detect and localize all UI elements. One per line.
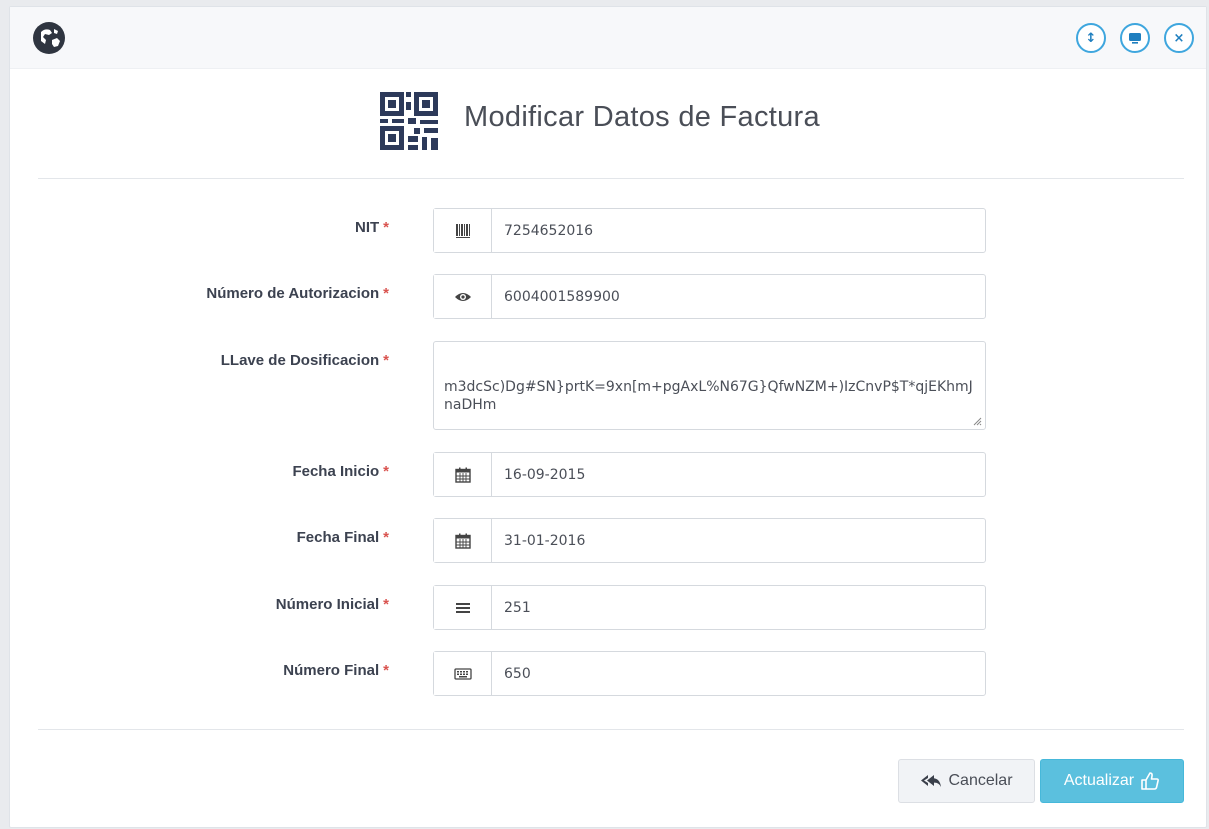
cancel-button[interactable]: Cancelar [898, 759, 1035, 803]
eye-icon [434, 275, 492, 318]
resize-vertical-button[interactable]: ↕ [1076, 23, 1106, 53]
numero-inicial-label: Número Inicial * [275, 596, 389, 613]
calendar-icon [434, 519, 492, 562]
nit-label: NIT * [354, 219, 389, 236]
llave-value: m3dcSc)Dg#SN}prtK=9xn[m+pgAxL%N67G}QfwNZ… [444, 379, 973, 413]
numero-inicial-field[interactable] [492, 586, 985, 629]
modal-dialog: ↕ × Modificar Datos de Factura NIT * 725… [9, 6, 1207, 828]
monitor-icon [1129, 33, 1141, 44]
numero-final-field[interactable] [492, 652, 985, 695]
fecha-inicio-input-group [433, 452, 986, 497]
fecha-inicio-label: Fecha Inicio * [292, 463, 389, 480]
title-area: Modificar Datos de Factura [10, 87, 1206, 157]
modal-header: ↕ × [10, 7, 1206, 69]
page-title: Modificar Datos de Factura [464, 101, 820, 133]
close-button[interactable]: × [1164, 23, 1194, 53]
autorizacion-input-group [433, 274, 986, 319]
update-button[interactable]: Actualizar [1040, 759, 1184, 803]
divider [38, 178, 1184, 179]
cancel-label: Cancelar [948, 772, 1013, 789]
numero-final-input-group [433, 651, 986, 696]
keyboard-icon [434, 652, 492, 695]
numero-inicial-input-group [433, 585, 986, 630]
calendar-icon [434, 453, 492, 496]
fecha-final-input-group [433, 518, 986, 563]
resize-vertical-icon: ↕ [1085, 30, 1097, 46]
close-icon: × [1173, 30, 1185, 46]
thumbs-up-icon [1141, 772, 1160, 790]
nit-field[interactable] [492, 209, 985, 252]
llave-textarea[interactable]: m3dcSc)Dg#SN}prtK=9xn[m+pgAxL%N67G}QfwNZ… [433, 341, 986, 430]
nit-input-group [433, 208, 986, 253]
qr-code-icon [380, 92, 438, 150]
resize-grip-icon[interactable] [973, 417, 982, 426]
fecha-final-label: Fecha Final * [296, 529, 389, 546]
autorizacion-field[interactable] [492, 275, 985, 318]
reply-all-icon [921, 775, 942, 787]
fecha-final-field[interactable] [492, 519, 985, 562]
llave-label: LLave de Dosificacion * [220, 352, 389, 369]
globe-icon [33, 22, 65, 54]
barcode-icon [434, 209, 492, 252]
autorizacion-label: Número de Autorizacion * [206, 285, 389, 302]
numero-final-label: Número Final * [283, 662, 389, 679]
list-icon [434, 586, 492, 629]
fecha-inicio-field[interactable] [492, 453, 985, 496]
divider [38, 729, 1184, 730]
update-label: Actualizar [1063, 772, 1135, 789]
monitor-button[interactable] [1120, 23, 1150, 53]
